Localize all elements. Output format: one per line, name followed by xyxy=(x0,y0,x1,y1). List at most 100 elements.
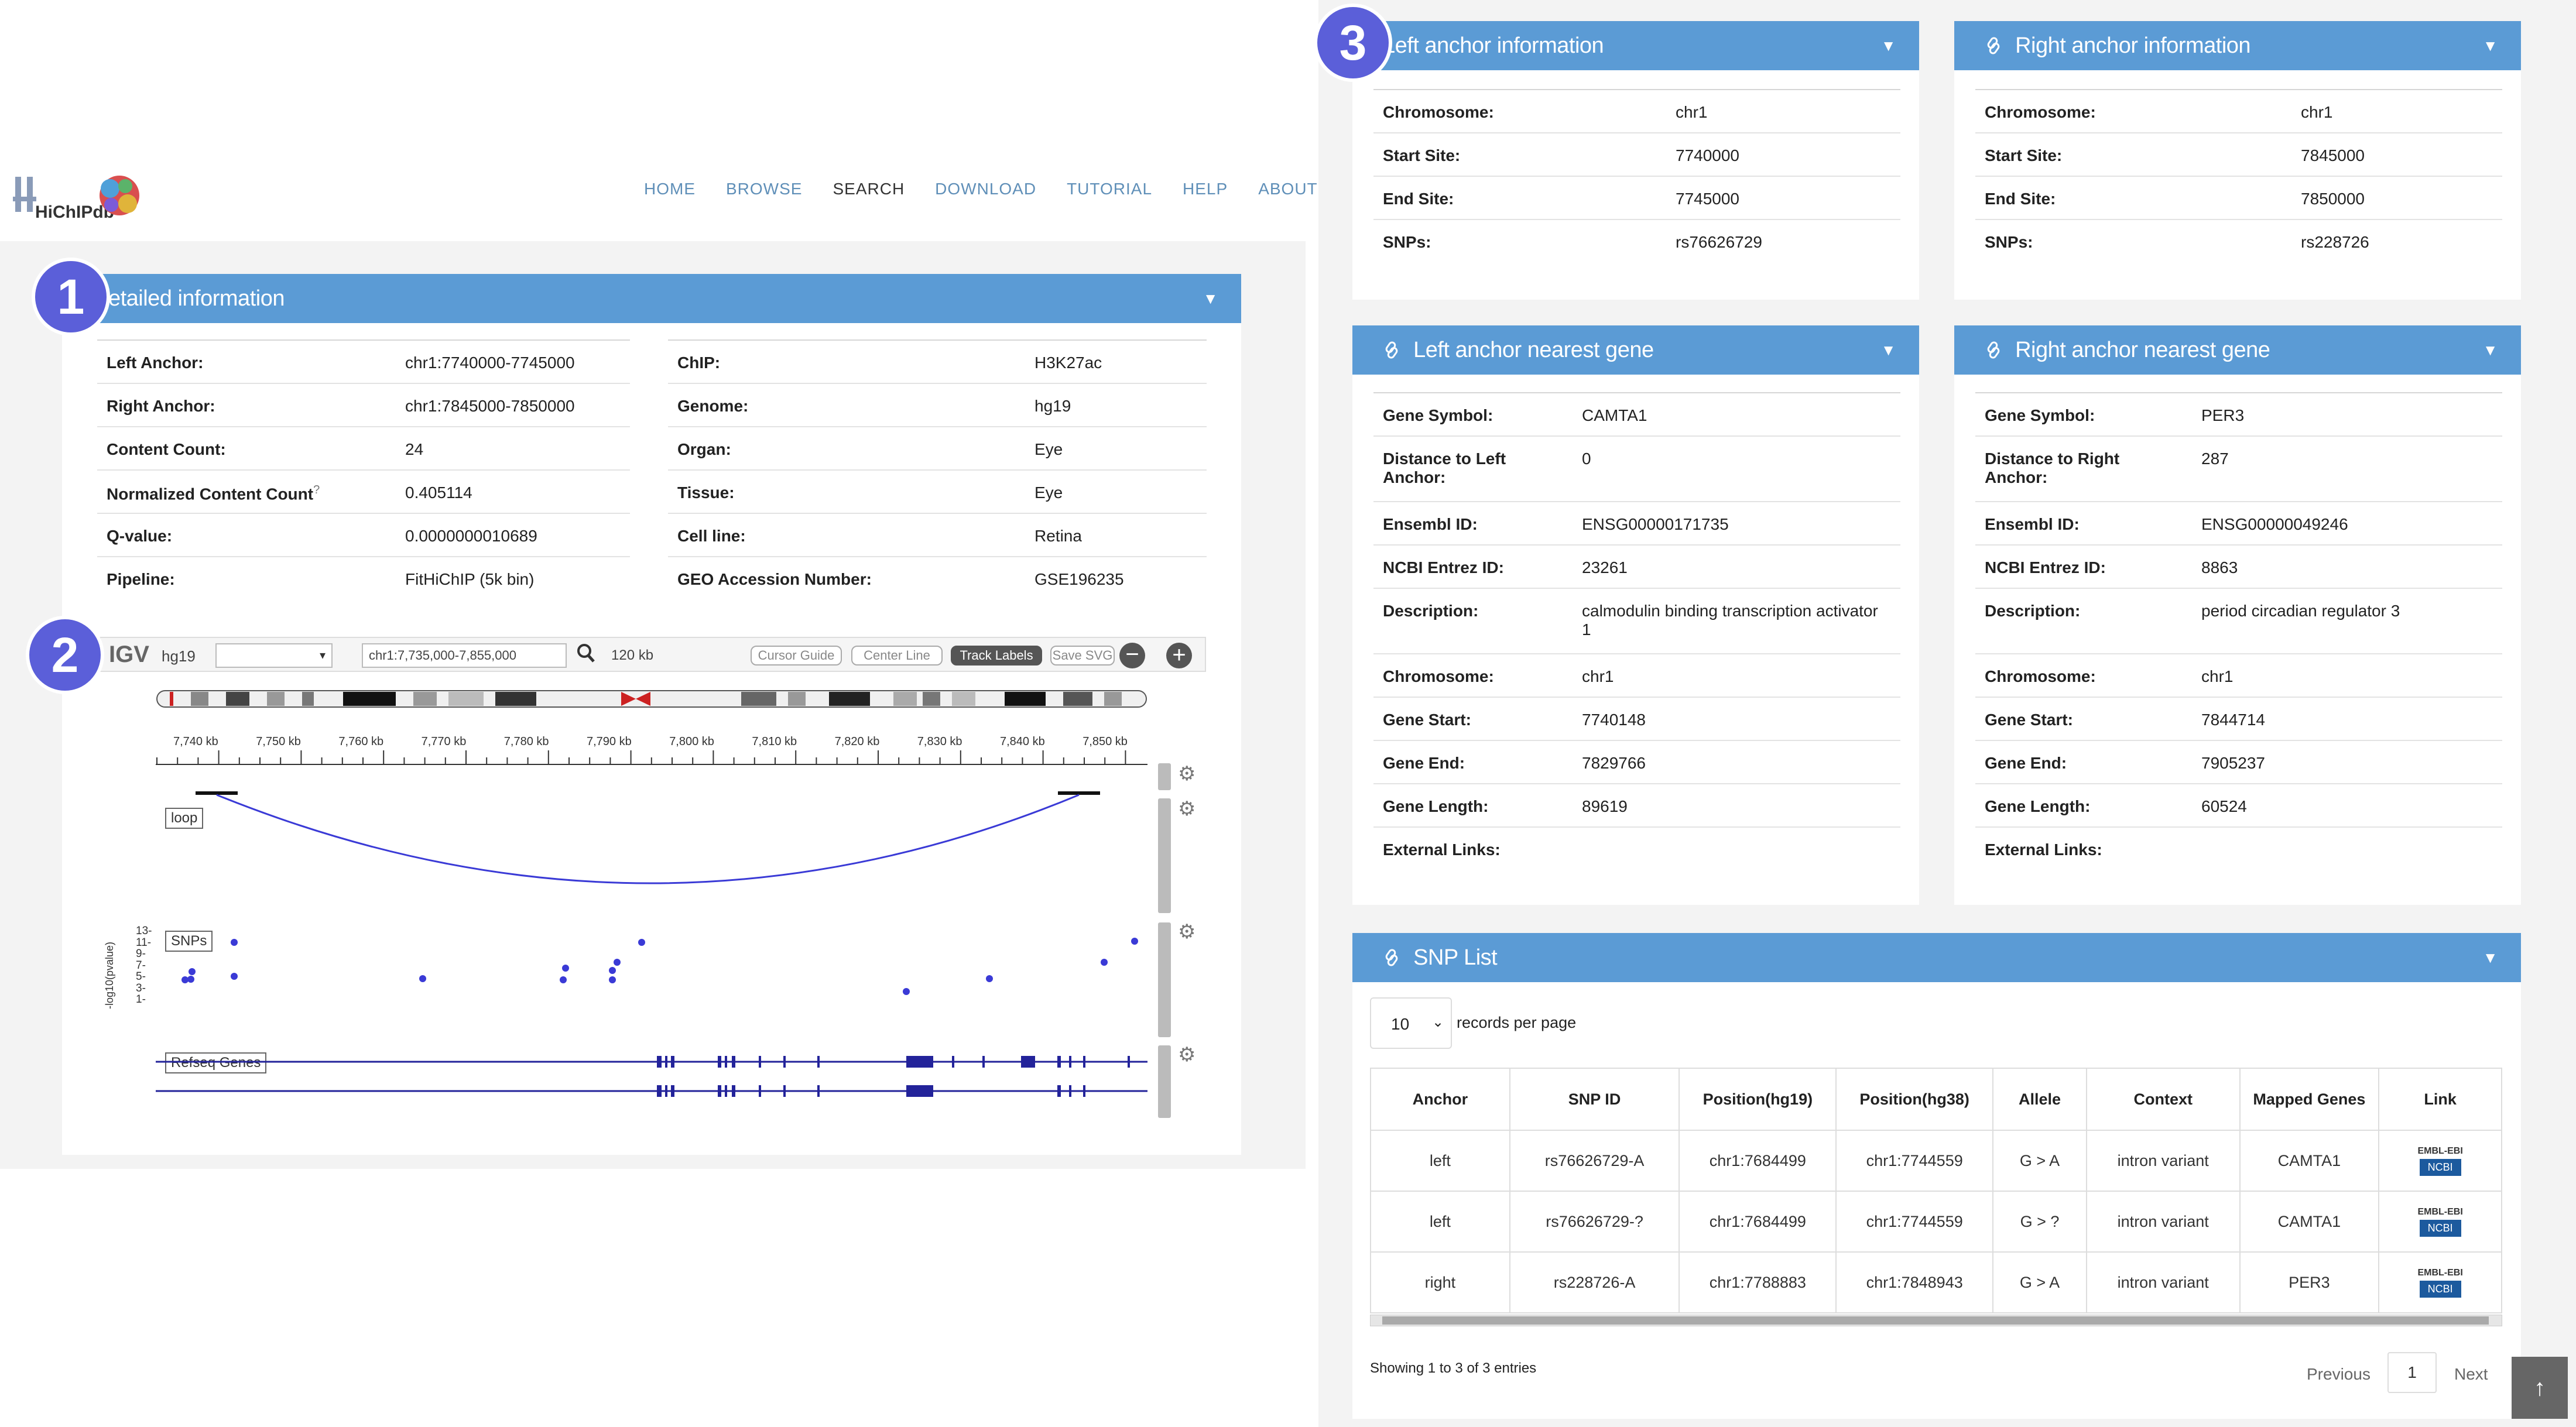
igv-genome-select[interactable]: ▾ xyxy=(215,643,333,668)
column-header[interactable]: Mapped Genes xyxy=(2239,1068,2380,1131)
right-anchor-header[interactable]: Right anchor information ▼ xyxy=(1954,21,2521,70)
column-header[interactable]: SNP ID xyxy=(1509,1068,1680,1131)
zoom-in-icon[interactable]: + xyxy=(1166,643,1192,668)
column-header[interactable]: Context xyxy=(2085,1068,2241,1131)
igv-locus-input[interactable] xyxy=(362,643,567,668)
track-scrollbar[interactable] xyxy=(1158,922,1171,1037)
table-cell: left xyxy=(1370,1130,1510,1192)
info-value: rs76626729 xyxy=(1666,219,1900,263)
collapse-caret-icon[interactable]: ▼ xyxy=(2483,21,2498,70)
info-key: Gene Start: xyxy=(1373,697,1573,740)
info-key: End Site: xyxy=(1373,176,1666,219)
scrollbar-thumb[interactable] xyxy=(1382,1316,2489,1325)
chromosome-ideogram[interactable] xyxy=(156,687,1147,711)
nav-help[interactable]: HELP xyxy=(1183,176,1228,205)
ruler-tick-label: 7,840 kb xyxy=(1000,735,1045,748)
column-header[interactable]: Allele xyxy=(1992,1068,2087,1131)
info-row: Pipeline: FitHiChIP (5k bin) xyxy=(97,556,630,600)
snp-axis-label: -log10(pvalue) xyxy=(104,941,116,1010)
detailed-information-title: Detailed information xyxy=(93,286,285,311)
ncbi-link[interactable]: NCBI xyxy=(2419,1280,2461,1298)
igv-track-labels-button[interactable]: Track Labels xyxy=(951,646,1042,666)
igv-save-svg-button[interactable]: Save SVG xyxy=(1050,646,1115,666)
info-key: Gene Length: xyxy=(1975,783,2192,827)
info-key: Cell line: xyxy=(668,513,1025,557)
page-1-button[interactable]: 1 xyxy=(2387,1352,2437,1393)
table-cell: left xyxy=(1370,1191,1510,1253)
gear-icon[interactable]: ⚙ xyxy=(1178,762,1195,785)
nav-download[interactable]: DOWNLOAD xyxy=(935,176,1036,205)
igv-browser: IGV hg19 ▾ 120 kb Cursor Guide Center Lin… xyxy=(100,637,1206,1121)
right-gene-card: Right anchor nearest gene ▼ Gene Symbol:… xyxy=(1954,325,2521,905)
embl-ebi-link[interactable]: EMBL-EBI xyxy=(2379,1146,2501,1157)
table-cell: chr1:7744559 xyxy=(1835,1130,1994,1192)
ncbi-link[interactable]: NCBI xyxy=(2419,1158,2461,1176)
left-anchor-header[interactable]: Left anchor information ▼ xyxy=(1352,21,1919,70)
column-header[interactable]: Position(hg19) xyxy=(1678,1068,1837,1131)
info-value: calmodulin binding transcription activat… xyxy=(1573,588,1900,654)
info-row: Chromosome: chr1 xyxy=(1975,653,2502,697)
info-key: Q-value: xyxy=(97,513,396,557)
info-value: CAMTA1 xyxy=(1573,392,1900,436)
column-header[interactable]: Anchor xyxy=(1370,1068,1510,1131)
right-gene-header[interactable]: Right anchor nearest gene ▼ xyxy=(1954,325,2521,375)
loop-track xyxy=(196,791,1100,884)
collapse-caret-icon[interactable]: ▼ xyxy=(1881,325,1896,375)
column-header[interactable]: Position(hg38) xyxy=(1835,1068,1994,1131)
igv-cursor-guide-button[interactable]: Cursor Guide xyxy=(751,646,842,666)
info-value: chr1 xyxy=(1573,653,1900,697)
info-row: Right Anchor: chr1:7845000-7850000 xyxy=(97,383,630,427)
ncbi-link[interactable]: NCBI xyxy=(2419,1219,2461,1237)
collapse-caret-icon[interactable]: ▼ xyxy=(1203,274,1218,323)
embl-ebi-link[interactable]: EMBL-EBI xyxy=(2379,1268,2501,1278)
track-scrollbar[interactable] xyxy=(1158,798,1171,913)
site-logo[interactable]: HiChIPdb xyxy=(11,171,139,229)
ruler-tick-label: 7,740 kb xyxy=(173,735,218,748)
track-scrollbar[interactable] xyxy=(1158,1045,1171,1118)
info-key: Gene Symbol: xyxy=(1373,392,1573,436)
info-row: Content Count: 24 xyxy=(97,426,630,470)
per-page-select[interactable]: 10 ⌄ xyxy=(1370,997,1452,1049)
detailed-information-header[interactable]: Detailed information ▼ xyxy=(62,274,1241,323)
table-cell: chr1:7684499 xyxy=(1678,1130,1837,1192)
gear-icon[interactable]: ⚙ xyxy=(1178,1043,1195,1066)
scroll-to-top-button[interactable]: ↑ xyxy=(2512,1357,2568,1419)
embl-ebi-link[interactable]: EMBL-EBI xyxy=(2379,1207,2501,1217)
collapse-caret-icon[interactable]: ▼ xyxy=(1881,21,1896,70)
entries-info: Showing 1 to 3 of 3 entries xyxy=(1370,1360,1537,1376)
previous-page-button[interactable]: Previous xyxy=(2307,1365,2371,1384)
left-gene-header[interactable]: Left anchor nearest gene ▼ xyxy=(1352,325,1919,375)
left-gene-table: Gene Symbol: CAMTA1 Distance to Left Ancho… xyxy=(1373,392,1900,870)
search-icon[interactable] xyxy=(576,642,596,665)
snp-list-header[interactable]: SNP List ▼ xyxy=(1352,933,2521,982)
link-icon xyxy=(1385,341,1398,359)
info-key: Organ: xyxy=(668,426,1025,470)
track-scrollbar[interactable] xyxy=(1158,763,1171,790)
zoom-out-icon[interactable]: − xyxy=(1119,643,1145,668)
left-anchor-table: Chromosome: chr1 Start Site: 7740000 End Sit… xyxy=(1373,89,1900,263)
info-row: Left Anchor: chr1:7740000-7745000 xyxy=(97,339,630,383)
per-page-label: records per page xyxy=(1457,1014,1577,1031)
nav-tutorial[interactable]: TUTORIAL xyxy=(1067,176,1152,205)
info-value: 287 xyxy=(2192,435,2502,502)
column-header[interactable]: Link xyxy=(2378,1068,2502,1131)
gear-icon[interactable]: ⚙ xyxy=(1178,920,1195,944)
next-page-button[interactable]: Next xyxy=(2454,1365,2488,1384)
igv-center-line-button[interactable]: Center Line xyxy=(851,646,943,666)
help-icon[interactable]: ? xyxy=(313,483,320,496)
nav-browse[interactable]: BROWSE xyxy=(726,176,802,205)
snp-y-tick: 1- xyxy=(136,993,146,1006)
horizontal-scrollbar[interactable] xyxy=(1370,1315,2502,1326)
info-key: Ensembl ID: xyxy=(1373,501,1573,545)
collapse-caret-icon[interactable]: ▼ xyxy=(2483,325,2498,375)
nav-search[interactable]: SEARCH xyxy=(833,176,905,205)
link-cell: EMBL-EBI NCBI xyxy=(2378,1130,2502,1192)
nav-home[interactable]: HOME xyxy=(644,176,696,205)
table-row: left rs76626729-? chr1:7684499 chr1:7744559… xyxy=(1370,1191,2502,1253)
collapse-caret-icon[interactable]: ▼ xyxy=(2483,933,2498,982)
info-value: 0.0000000010689 xyxy=(396,513,630,557)
nav-about[interactable]: ABOUT xyxy=(1258,176,1317,205)
info-key: Chromosome: xyxy=(1975,653,2192,697)
link-cell: EMBL-EBI NCBI xyxy=(2378,1191,2502,1253)
gear-icon[interactable]: ⚙ xyxy=(1178,797,1195,821)
